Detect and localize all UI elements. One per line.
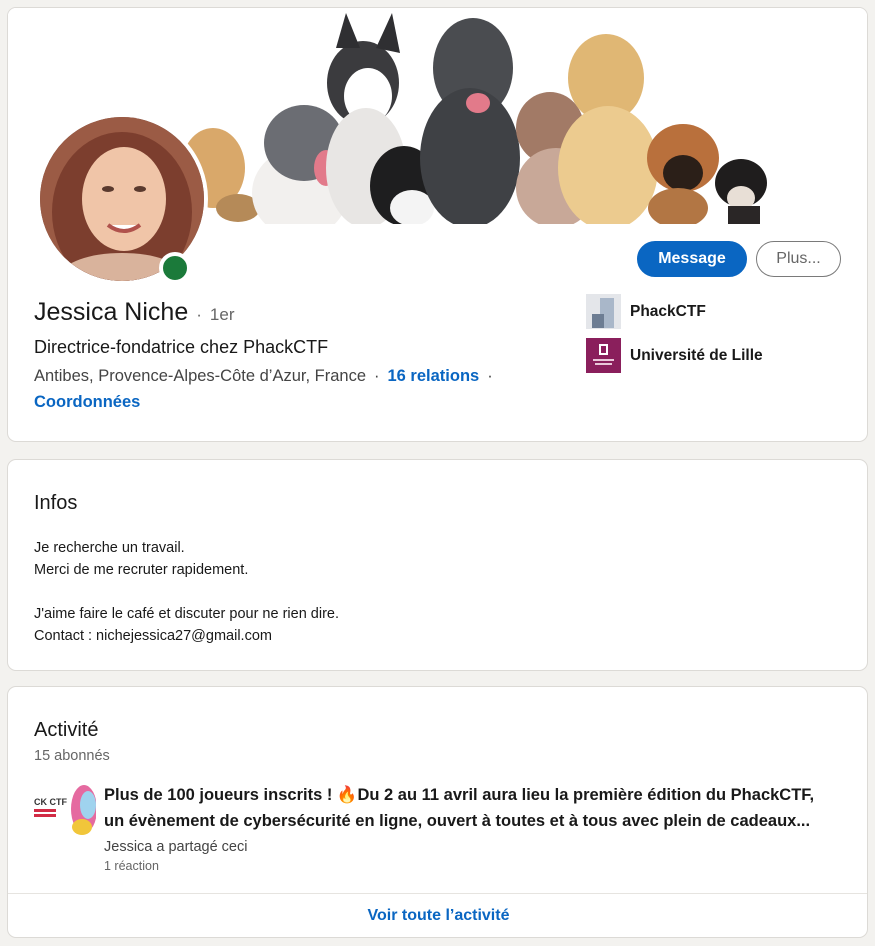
phackctf-logo-icon [586, 294, 621, 329]
infos-line: Je recherche un travail. [34, 540, 185, 556]
profile-headline: Directrice-fondatrice chez PhackCTF [34, 337, 329, 357]
post-title-line: un évènement de cybersécurité en ligne, … [104, 812, 811, 830]
post-shared-by: Jessica a partagé ceci [104, 839, 248, 855]
profile-location: Antibes, Provence-Alpes-Côte d’Azur, Fra… [34, 367, 366, 385]
infos-text: Je recherche un travail. Merci de me rec… [34, 537, 339, 647]
profile-name: Jessica Niche [34, 298, 189, 326]
activity-card: Activité 15 abonnés CK CTF Plus de 100 j… [7, 686, 868, 938]
infos-line [34, 581, 339, 603]
post-title-line: Plus de 100 joueurs inscrits ! 🔥Du 2 au … [104, 786, 815, 804]
infos-title: Infos [34, 492, 78, 514]
message-button[interactable]: Message [637, 241, 747, 277]
org-name-universite-de-lille: Université de Lille [630, 346, 763, 364]
see-all-activity-button[interactable]: Voir toute l’activité [8, 894, 867, 937]
location-separator: · [374, 367, 380, 385]
connection-degree: 1er [209, 305, 235, 324]
org-item-phackctf[interactable]: PhackCTF [586, 294, 706, 329]
more-button[interactable]: Plus... [756, 241, 841, 277]
degree-separator: · [196, 305, 202, 324]
infos-line: Merci de me recruter rapidement. [34, 562, 249, 578]
org-name-phackctf: PhackCTF [630, 302, 706, 320]
connections-separator: · [487, 367, 493, 385]
post-thumbnail-text: CK CTF [34, 797, 67, 807]
followers-count: 15 abonnés [34, 748, 110, 764]
infos-line: J'aime faire le café et discuter pour ne… [34, 606, 340, 622]
infos-card: Infos Je recherche un travail. Merci de … [7, 459, 868, 671]
location-line: Antibes, Provence-Alpes-Côte d’Azur, Fra… [34, 367, 501, 386]
post-reactions-count[interactable]: 1 réaction [104, 859, 159, 873]
post-thumbnail[interactable]: CK CTF [32, 783, 96, 839]
post-thumbnail-image [32, 783, 96, 839]
online-status-indicator [159, 252, 191, 284]
profile-top-card: Message Plus... Jessica Niche · 1er Dire… [7, 7, 868, 442]
connections-link[interactable]: 16 relations [388, 367, 480, 386]
post-title-link[interactable]: Plus de 100 joueurs inscrits ! 🔥Du 2 au … [104, 782, 849, 834]
contact-info-link[interactable]: Coordonnées [34, 393, 140, 412]
universite-de-lille-logo-icon [586, 338, 621, 373]
org-item-universite-de-lille[interactable]: Université de Lille [586, 338, 763, 373]
name-line: Jessica Niche · 1er [34, 298, 234, 327]
activity-title: Activité [34, 719, 99, 741]
infos-line: Contact : nichejessica27@gmail.com [34, 628, 272, 644]
